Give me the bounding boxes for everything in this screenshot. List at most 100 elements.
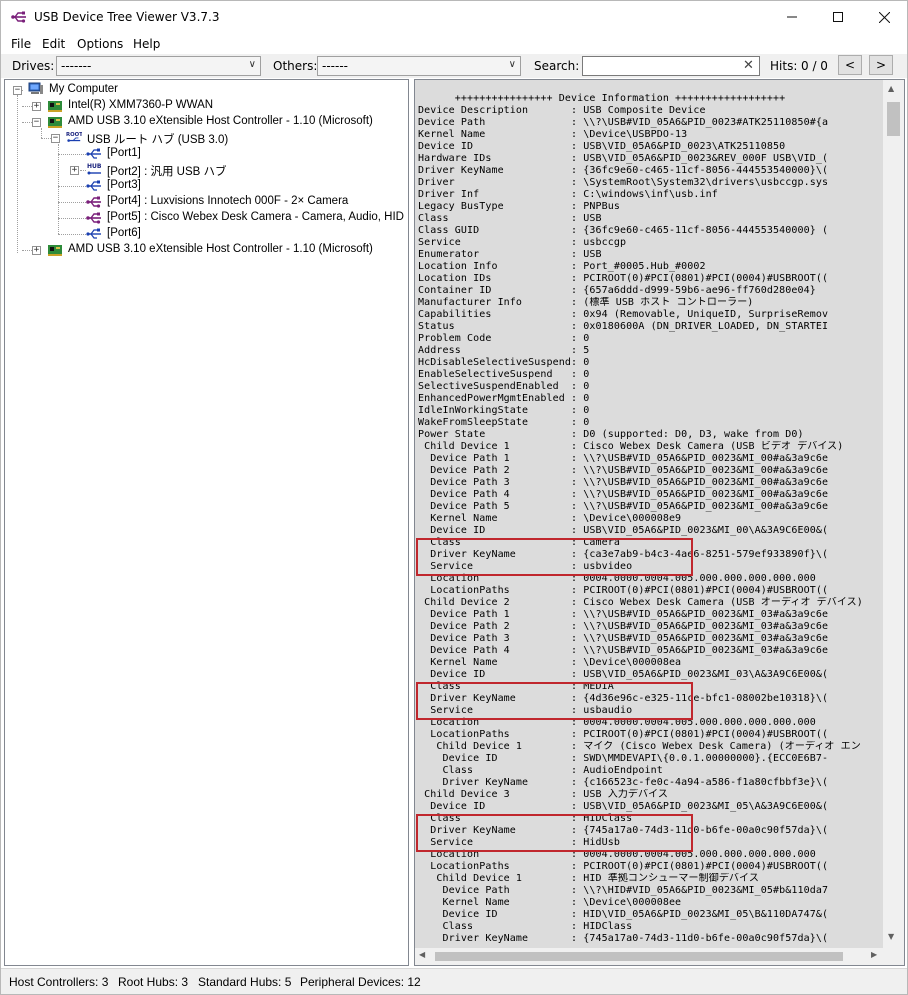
info-line: Driver KeyName : {36fc9e60-c465-11cf-805…	[418, 165, 829, 176]
menu-help[interactable]: Help	[133, 37, 160, 51]
controller-icon	[48, 117, 62, 128]
vertical-scroll-thumb[interactable]	[887, 102, 900, 136]
info-line: Hardware IDs : USB\VID_05A6&PID_0023&REV…	[418, 153, 829, 164]
info-line: Device Path : \\?\HID#VID_05A6&PID_0023&…	[418, 885, 829, 896]
tree-item-amd-controller-1[interactable]: − AMD USB 3.10 eXtensible Host Controlle…	[5, 114, 405, 130]
tree-item-my-computer[interactable]: − My Computer	[5, 82, 405, 98]
collapse-icon[interactable]: −	[51, 134, 60, 143]
info-line: Device ID : SWD\MMDEVAPI\{0.0.1.00000000…	[418, 753, 829, 764]
info-line: Status : 0x0180600A (DN_DRIVER_LOADED, D…	[418, 321, 829, 332]
info-line: ++++++++++++++++ Device Information ++++…	[418, 93, 786, 104]
info-line: Device Path 4 : \\?\USB#VID_05A6&PID_002…	[418, 489, 829, 500]
drives-select[interactable]: ------- ∨	[56, 56, 261, 76]
tree-item-port2[interactable]: + HUB [Port2] : 汎用 USB ハブ	[5, 162, 405, 178]
scrollbar-corner	[883, 948, 904, 965]
usb-port-icon	[86, 148, 101, 159]
drives-select-value: -------	[61, 59, 92, 73]
collapse-icon[interactable]: −	[32, 118, 41, 127]
status-bar: Host Controllers: 3 Root Hubs: 3 Standar…	[1, 968, 907, 994]
others-label: Others:	[273, 59, 318, 73]
clear-search-icon[interactable]: ✕	[743, 58, 754, 73]
device-info-panel[interactable]: ++++++++++++++++ Device Information ++++…	[414, 79, 905, 966]
info-line: Class GUID : {36fc9e60-c465-11cf-8056-44…	[418, 225, 829, 236]
info-line: Kernel Name : \Device\000008ee	[418, 897, 682, 908]
tree-item-port1[interactable]: [Port1]	[5, 146, 405, 162]
info-line: Child Device 2 : Cisco Webex Desk Camera…	[418, 597, 863, 608]
info-line: Class : AudioEndpoint	[418, 765, 663, 776]
hits-count: 0 / 0	[801, 59, 828, 73]
maximize-icon	[833, 12, 843, 22]
scroll-down-icon[interactable]: ▼	[888, 932, 894, 941]
scroll-right-icon[interactable]: ▶	[871, 950, 877, 959]
info-line: Service : usbccgp	[418, 237, 627, 248]
others-select[interactable]: ------ ∨	[317, 56, 521, 76]
chevron-down-icon: ∨	[248, 59, 256, 70]
tree-item-port3[interactable]: [Port3]	[5, 178, 405, 194]
minimize-button[interactable]	[769, 1, 815, 33]
horizontal-scrollbar[interactable]: ◀ ▶	[415, 948, 883, 965]
computer-icon	[28, 82, 43, 94]
search-label: Search:	[534, 59, 580, 73]
search-input[interactable]	[582, 56, 760, 76]
tree-item-label: [Port6]	[107, 227, 141, 239]
horizontal-scroll-thumb[interactable]	[435, 952, 843, 961]
menu-bar: File Edit Options Help	[1, 34, 907, 54]
tree-item-label: [Port5] : Cisco Webex Desk Camera - Came…	[107, 211, 404, 223]
expand-icon[interactable]: +	[70, 166, 79, 175]
info-line: Class : HIDClass	[418, 921, 633, 932]
vertical-scrollbar[interactable]: ▲ ▼	[883, 80, 904, 948]
svg-text:ROOT: ROOT	[66, 132, 82, 138]
info-line: LocationPaths : PCIROOT(0)#PCI(0801)#PCI…	[418, 861, 829, 872]
tree-item-port4[interactable]: [Port4] : Luxvisions Innotech 000F - 2× …	[5, 194, 405, 210]
info-line: HcDisableSelectiveSuspend: 0	[418, 357, 590, 368]
app-window: USB Device Tree Viewer V3.7.3 File Edit …	[0, 0, 908, 995]
scroll-up-icon[interactable]: ▲	[888, 84, 894, 93]
info-line: Kernel Name : \Device\000008ea	[418, 657, 682, 668]
collapse-icon[interactable]: −	[13, 86, 22, 95]
info-line: Device ID : USB\VID_05A6&PID_0023&MI_05\…	[418, 801, 829, 812]
maximize-button[interactable]	[815, 1, 861, 33]
info-line: WakeFromSleepState : 0	[418, 417, 590, 428]
expand-icon[interactable]: +	[32, 246, 41, 255]
tree-item-port6[interactable]: [Port6]	[5, 226, 405, 242]
scroll-left-icon[interactable]: ◀	[419, 950, 425, 959]
info-line: IdleInWorkingState : 0	[418, 405, 590, 416]
root-hub-icon: ROOT	[66, 132, 82, 142]
usb-port-icon	[86, 228, 101, 239]
expand-icon[interactable]: +	[32, 102, 41, 111]
next-hit-button[interactable]: >	[869, 55, 893, 75]
chevron-left-icon: <	[844, 58, 856, 72]
info-line: Device Path 3 : \\?\USB#VID_05A6&PID_002…	[418, 633, 829, 644]
info-line: Device ID : HID\VID_05A6&PID_0023&MI_05\…	[418, 909, 829, 920]
tree-item-label: [Port2] : 汎用 USB ハブ	[107, 166, 227, 178]
info-line: LocationPaths : PCIROOT(0)#PCI(0801)#PCI…	[418, 729, 829, 740]
info-line: Child Device 1 : マイク (Cisco Webex Desk C…	[418, 741, 861, 752]
close-button[interactable]	[861, 1, 907, 33]
title-bar: USB Device Tree Viewer V3.7.3	[1, 1, 907, 33]
tree-item-root-hub[interactable]: − ROOT USB ルート ハブ (USB 3.0)	[5, 130, 405, 146]
info-line: Driver KeyName : {745a17a0-74d3-11d0-b6f…	[418, 933, 829, 944]
tree-item-amd-controller-2[interactable]: + AMD USB 3.10 eXtensible Host Controlle…	[5, 242, 405, 258]
info-line: Device Path : \\?\USB#VID_05A6&PID_0023#…	[418, 117, 829, 128]
device-tree[interactable]: − My Computer + Intel(R) XMM7360-P WWAN …	[4, 79, 409, 966]
tree-item-intel-wwan[interactable]: + Intel(R) XMM7360-P WWAN	[5, 98, 405, 114]
info-line: Device Path 1 : \\?\USB#VID_05A6&PID_002…	[418, 609, 829, 620]
menu-file[interactable]: File	[11, 37, 31, 51]
tree-item-port5[interactable]: [Port5] : Cisco Webex Desk Camera - Came…	[5, 210, 405, 226]
chevron-right-icon: >	[875, 58, 887, 72]
tree-item-label: [Port4] : Luxvisions Innotech 000F - 2× …	[107, 195, 349, 207]
others-select-value: ------	[322, 59, 348, 73]
usb-tree-app-icon	[11, 11, 26, 23]
info-line: Device Path 3 : \\?\USB#VID_05A6&PID_002…	[418, 477, 829, 488]
highlight-box-hid	[416, 814, 693, 852]
menu-edit[interactable]: Edit	[42, 37, 65, 51]
info-line: Problem Code : 0	[418, 333, 590, 344]
info-line: Class : USB	[418, 213, 602, 224]
controller-icon	[48, 245, 62, 256]
previous-hit-button[interactable]: <	[838, 55, 862, 75]
highlight-box-camera	[416, 538, 693, 576]
usb-device-icon	[86, 196, 101, 208]
info-line: Device Path 4 : \\?\USB#VID_05A6&PID_002…	[418, 645, 829, 656]
root-hubs-count: Root Hubs: 3	[118, 975, 189, 989]
menu-options[interactable]: Options	[77, 37, 123, 51]
